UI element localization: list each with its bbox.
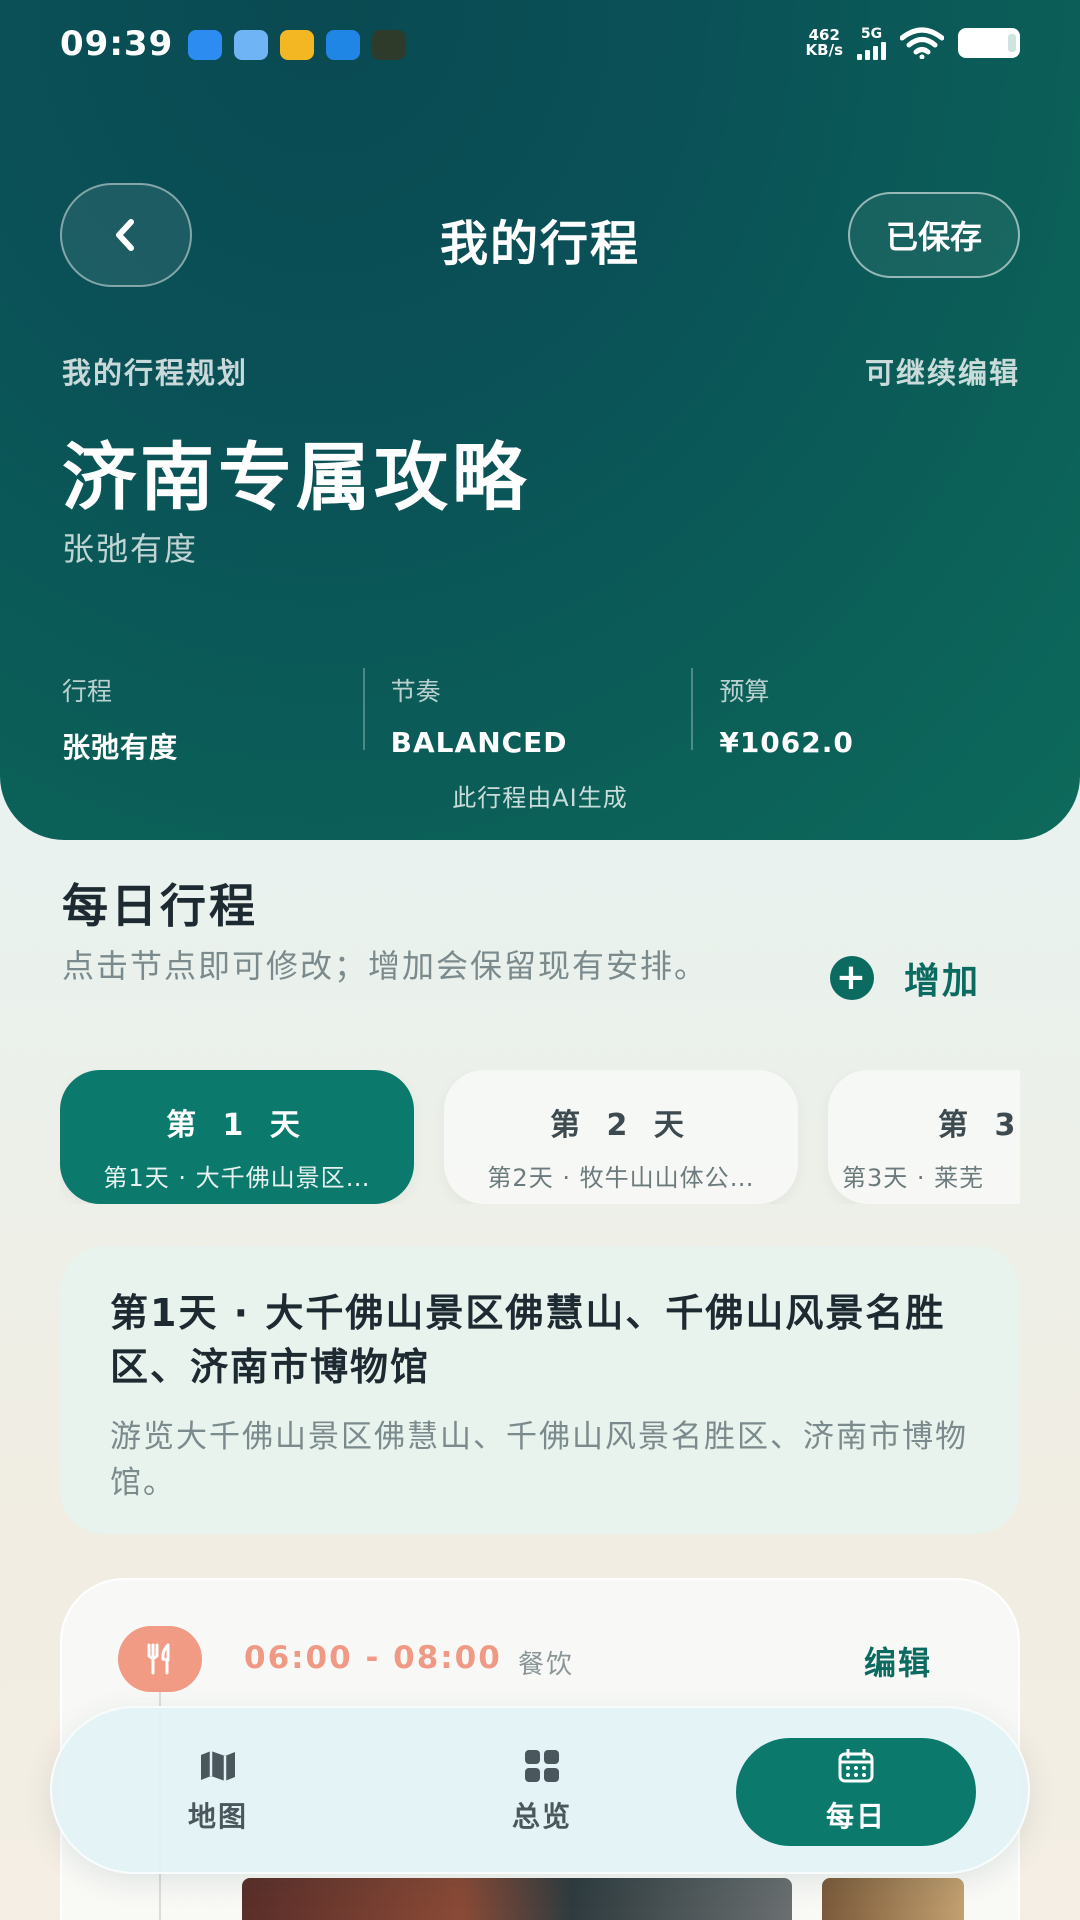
- plan-label: 我的行程规划: [62, 356, 249, 390]
- plus-icon: +: [829, 956, 874, 1000]
- tab-day-summary: 第2天 · 牧牛山山体公…: [487, 1164, 755, 1192]
- nav-map[interactable]: 地图: [98, 1708, 338, 1876]
- stat-value: ¥1062.0: [719, 726, 854, 759]
- day-summary-text: 游览大千佛山景区佛慧山、千佛山风景名胜区、济南市博物馆。: [110, 1419, 968, 1501]
- notification-icons: [188, 30, 406, 60]
- day-summary-card[interactable]: 第1天 · 大千佛山景区佛慧山、千佛山风景名胜区、济南市博物馆 游览大千佛山景区…: [60, 1246, 1020, 1534]
- day-summary-heading: 第1天 · 大千佛山景区佛慧山、千佛山风景名胜区、济南市博物馆: [110, 1291, 946, 1389]
- bottom-navigation: 地图 总览 每日: [50, 1706, 1030, 1874]
- ai-generated-note: 此行程由AI生成: [452, 784, 628, 812]
- cellular-signal-icon: 5G: [857, 26, 886, 60]
- tab-day-label: 第 2 天: [550, 1108, 692, 1143]
- tab-day-2[interactable]: 第 2 天 第2天 · 牧牛山山体公…: [444, 1070, 798, 1204]
- utensils-icon: [118, 1626, 202, 1692]
- editable-hint: 可继续编辑: [864, 356, 1020, 390]
- map-icon: [201, 1751, 235, 1781]
- network-type: 5G: [860, 26, 883, 42]
- daily-section-description: 点击节点即可修改；增加会保留现有安排。: [62, 947, 709, 985]
- tab-day-label: 第 1 天: [166, 1108, 308, 1143]
- nav-overview[interactable]: 总览: [422, 1708, 662, 1876]
- stat-pace: 节奏 BALANCED: [362, 668, 692, 759]
- daily-section-title: 每日行程: [62, 879, 258, 933]
- edit-button[interactable]: 编辑: [864, 1638, 932, 1684]
- battery-icon: [958, 28, 1020, 58]
- speed-unit: KB/s: [805, 41, 843, 59]
- stat-label: 预算: [719, 677, 770, 706]
- guide-title: 济南专属攻略: [62, 435, 530, 521]
- stat-budget: 预算 ¥1062.0: [691, 668, 1020, 759]
- nav-label: 地图: [187, 1800, 248, 1833]
- tab-day-3[interactable]: 第 3 第3天 · 莱芜: [828, 1070, 1020, 1204]
- event-time: 06:00 - 08:00: [244, 1640, 502, 1676]
- event-photo[interactable]: [822, 1878, 964, 1920]
- status-bar: 09:39 462 KB/s 5G: [60, 22, 1020, 68]
- tab-day-summary: 第3天 · 莱芜: [842, 1164, 985, 1192]
- grid-icon: [525, 1750, 559, 1782]
- stat-label: 行程: [62, 677, 113, 706]
- add-button[interactable]: + 增加: [829, 952, 980, 1004]
- weibo-icon: [280, 30, 314, 60]
- stat-value: 张弛有度: [62, 731, 179, 764]
- itinerary-header: 09:39 462 KB/s 5G 我的行程 已保存 我的行程规划 可继续编辑 …: [0, 0, 1080, 840]
- event-category: 餐饮: [518, 1650, 575, 1680]
- stat-value: BALANCED: [390, 726, 568, 759]
- event-photo[interactable]: [242, 1878, 792, 1920]
- tab-day-1[interactable]: 第 1 天 第1天 · 大千佛山景区…: [60, 1070, 414, 1204]
- notification-app-icon: [234, 30, 268, 60]
- day-tabs: 第 1 天 第1天 · 大千佛山景区… 第 2 天 第2天 · 牧牛山山体公… …: [60, 1070, 1020, 1204]
- wifi-icon: [900, 27, 944, 59]
- status-indicators: 462 KB/s 5G: [806, 26, 1020, 60]
- stat-itinerary: 行程 张弛有度: [62, 668, 363, 764]
- notification-app-icon: [326, 30, 360, 60]
- status-time: 09:39: [60, 24, 174, 64]
- nav-label: 每日: [825, 1800, 886, 1833]
- tab-day-label: 第 3: [938, 1108, 1020, 1143]
- add-label: 增加: [903, 961, 980, 1002]
- guide-subtitle: 张弛有度: [62, 530, 199, 568]
- network-speed: 462 KB/s: [806, 28, 843, 58]
- nav-label: 总览: [511, 1800, 572, 1833]
- saved-button[interactable]: 已保存: [848, 192, 1020, 278]
- notification-app-icon: [188, 30, 222, 60]
- trip-stats: 行程 张弛有度 节奏 BALANCED 预算 ¥1062.0: [62, 668, 1020, 764]
- tab-day-summary: 第1天 · 大千佛山景区…: [103, 1164, 371, 1192]
- notification-app-icon: [372, 30, 406, 60]
- nav-daily[interactable]: 每日: [736, 1738, 976, 1846]
- calendar-icon: [838, 1749, 874, 1783]
- stat-label: 节奏: [390, 677, 441, 706]
